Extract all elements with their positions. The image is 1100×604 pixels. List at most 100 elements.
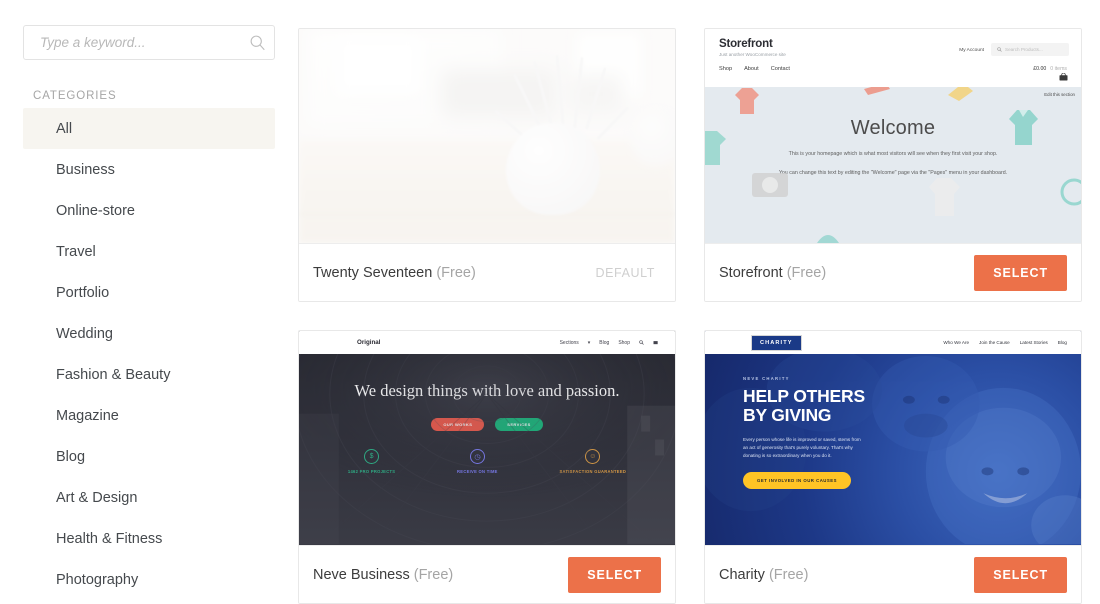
sidebar-item-online-store[interactable]: Online-store [23, 190, 275, 231]
storefront-nav-about[interactable]: About [744, 66, 759, 72]
theme-card-neve-business[interactable]: Original Sections ▾ Blog Shop Neve Busin… [298, 330, 676, 604]
storefront-paragraph-1: This is your homepage which is what most… [788, 151, 998, 157]
charity-cta-button[interactable]: GET INVOLVED IN OUR CAUSES [743, 471, 852, 489]
theme-title: Charity (Free) [719, 567, 808, 583]
theme-card-footer: Charity (Free) SELECT [705, 545, 1081, 603]
search-icon[interactable] [240, 34, 274, 51]
theme-name-text: Charity [719, 566, 765, 583]
neve-nav-shop[interactable]: Shop [618, 340, 630, 346]
doodle-polo-teal [1009, 110, 1038, 145]
doodle-cap-yellow [948, 87, 973, 101]
sidebar-item-label: Magazine [56, 407, 119, 424]
theme-grid: Twenty Seventeen (Free) DEFAULT Storefro… [298, 0, 1100, 604]
sidebar-item-label: Online-store [56, 202, 135, 219]
shopping-bag-icon[interactable] [1059, 73, 1068, 81]
storefront-nav-contact[interactable]: Contact [771, 66, 790, 72]
sidebar-item-blog[interactable]: Blog [23, 436, 275, 477]
sidebar-item-label: All [56, 120, 73, 137]
sidebar-item-wedding[interactable]: Wedding [23, 313, 275, 354]
sidebar-item-all[interactable]: All [23, 108, 275, 149]
sidebar-item-magazine[interactable]: Magazine [23, 395, 275, 436]
doodle-shirt-white [929, 178, 960, 216]
theme-price: (Free) [786, 264, 827, 281]
theme-name-text: Storefront [719, 264, 783, 281]
theme-name-text: Twenty Seventeen [313, 264, 433, 281]
cart-icon[interactable] [653, 340, 659, 345]
storefront-nav: Shop About Contact [719, 66, 790, 72]
storefront-my-account-link[interactable]: My Account [959, 48, 984, 53]
theme-card-footer: Twenty Seventeen (Free) DEFAULT [299, 243, 675, 301]
doodle-tie-red [864, 87, 890, 95]
theme-price: (Free) [413, 566, 454, 583]
theme-card-footer: Storefront (Free) SELECT [705, 243, 1081, 301]
sidebar-item-art-design[interactable]: Art & Design [23, 477, 275, 518]
theme-card-twenty-seventeen[interactable]: Twenty Seventeen (Free) DEFAULT [298, 28, 676, 302]
sidebar-item-label: Travel [56, 243, 96, 260]
categories-heading: CATEGORIES [33, 90, 117, 102]
sidebar-item-label: Health & Fitness [56, 530, 163, 547]
charity-nav: Who We Are Join the Cause Latest Stories… [943, 340, 1067, 345]
storefront-cart[interactable]: £0.00 0 items [1033, 66, 1067, 72]
neve-nav: Sections ▾ Blog Shop [560, 340, 659, 346]
search-input[interactable] [24, 27, 240, 58]
sidebar-item-label: Portfolio [56, 284, 110, 301]
charity-nav-who-we-are[interactable]: Who We Are [943, 340, 969, 345]
select-button-neve-business[interactable]: SELECT [568, 556, 661, 593]
doodle-shirt-teal-left [705, 131, 726, 165]
sidebar-item-label: Blog [56, 448, 86, 465]
search-icon [997, 47, 1002, 52]
sidebar-item-label: Wedding [56, 325, 113, 342]
theme-card-footer: Neve Business (Free) SELECT [299, 545, 675, 603]
sidebar-item-label: Fashion & Beauty [56, 366, 171, 383]
storefront-product-search[interactable]: Search Products... [991, 43, 1069, 56]
theme-price: (Free) [768, 566, 809, 583]
theme-preview-charity[interactable]: CHARITY Who We Are Join the Cause Latest… [705, 331, 1081, 545]
theme-card-storefront[interactable]: Storefront Just another WooCommerce site… [704, 28, 1082, 302]
sidebar-item-health-fitness[interactable]: Health & Fitness [23, 518, 275, 559]
search-icon[interactable] [639, 340, 644, 345]
doodle-circle-teal [1060, 178, 1081, 206]
theme-preview-storefront[interactable]: Storefront Just another WooCommerce site… [705, 29, 1081, 243]
theme-preview-neve-business[interactable]: Original Sections ▾ Blog Shop [299, 331, 675, 545]
storefront-nav-shop[interactable]: Shop [719, 66, 732, 72]
sidebar-item-label: Art & Design [56, 489, 138, 506]
doodle-shirt-red [735, 88, 759, 114]
category-list: All Business Online-store Travel Portfol… [0, 108, 298, 600]
theme-title: Neve Business (Free) [313, 567, 453, 583]
doodle-teal-bottom [817, 235, 839, 243]
sidebar-item-label: Photography [56, 571, 139, 588]
select-button-charity[interactable]: SELECT [974, 556, 1067, 593]
theme-name-text: Neve Business [313, 566, 410, 583]
charity-logo: CHARITY [751, 334, 802, 351]
theme-card-charity[interactable]: CHARITY Who We Are Join the Cause Latest… [704, 330, 1082, 604]
select-button-storefront[interactable]: SELECT [974, 254, 1067, 291]
sidebar-item-fashion-beauty[interactable]: Fashion & Beauty [23, 354, 275, 395]
storefront-edit-section-link[interactable]: Edit this section [1044, 92, 1075, 97]
theme-title: Twenty Seventeen (Free) [313, 265, 476, 281]
chevron-down-icon: ▾ [587, 339, 591, 346]
theme-price: (Free) [436, 264, 476, 281]
storefront-hero: Edit this section Welcome This is your h… [705, 87, 1081, 243]
plant-photo-illustration [299, 29, 675, 243]
cart-item-count: 0 items [1050, 66, 1067, 72]
charity-kicker: NEVE CHARITY [743, 376, 790, 381]
cart-total: £0.00 [1033, 66, 1047, 72]
charity-nav-join-the-cause[interactable]: Join the Cause [979, 340, 1010, 345]
theme-title: Storefront (Free) [719, 265, 826, 281]
sidebar-item-label: Business [56, 161, 115, 178]
charity-headline: HELP OTHERS BY GIVING [743, 386, 865, 425]
neve-logo: Original [357, 339, 381, 346]
storefront-search-placeholder: Search Products... [1005, 47, 1043, 52]
sidebar-item-photography[interactable]: Photography [23, 559, 275, 600]
neve-nav-sections[interactable]: Sections [560, 340, 579, 346]
theme-preview-twenty-seventeen[interactable] [299, 29, 675, 243]
charity-nav-latest-stories[interactable]: Latest Stories [1020, 340, 1048, 345]
neve-nav-blog[interactable]: Blog [599, 340, 609, 346]
charity-nav-blog[interactable]: Blog [1058, 340, 1067, 345]
arch-corridor-illustration [299, 354, 675, 544]
search-box[interactable] [23, 25, 275, 60]
status-badge-default: DEFAULT [595, 265, 655, 280]
sidebar-item-portfolio[interactable]: Portfolio [23, 272, 275, 313]
sidebar-item-travel[interactable]: Travel [23, 231, 275, 272]
sidebar-item-business[interactable]: Business [23, 149, 275, 190]
